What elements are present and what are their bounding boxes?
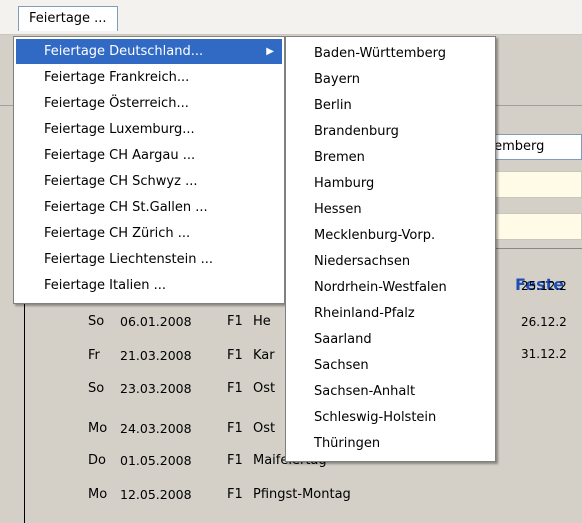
menu-item-ch-schwyz[interactable]: Feiertage CH Schwyz ...	[16, 169, 282, 194]
submenu-item-nordrhein-westfalen[interactable]: Nordrhein-Westfalen	[288, 275, 495, 300]
holiday-day: So	[88, 381, 105, 396]
submenu-item-hessen[interactable]: Hessen	[288, 197, 495, 222]
submenu-item-bayern[interactable]: Bayern	[288, 67, 495, 92]
holiday-day: Mo	[88, 421, 108, 436]
submenu-item-schleswig-holstein[interactable]: Schleswig-Holstein	[288, 405, 495, 430]
input-field[interactable]	[486, 213, 582, 240]
holiday-type: F1	[227, 453, 243, 468]
submenu-item-mecklenburg-vorp[interactable]: Mecklenburg-Vorp.	[288, 223, 495, 248]
menu-item-ch-aargau[interactable]: Feiertage CH Aargau ...	[16, 143, 282, 168]
holiday-date: 01.05.2008	[120, 453, 192, 468]
submenu-item-thueringen[interactable]: Thüringen	[288, 431, 495, 456]
submenu-item-hamburg[interactable]: Hamburg	[288, 171, 495, 196]
state-combo-value: temberg	[489, 139, 545, 154]
bundeslaender-submenu: Baden-Württemberg Bayern Berlin Brandenb…	[285, 36, 496, 462]
holiday-name: He	[253, 314, 271, 329]
menu-item-deutschland[interactable]: Feiertage Deutschland... ▶	[16, 39, 282, 64]
menu-item-luxemburg[interactable]: Feiertage Luxemburg...	[16, 117, 282, 142]
feste-date: 26.12.2	[521, 315, 567, 329]
holiday-name: Pfingst-Montag	[253, 487, 351, 502]
menu-item-ch-zuerich[interactable]: Feiertage CH Zürich ...	[16, 221, 282, 246]
feiertage-menu: Feiertage Deutschland... ▶ Feiertage Fra…	[13, 36, 285, 304]
menu-feiertage[interactable]: Feiertage ...	[18, 6, 118, 31]
holiday-name: Ost	[253, 381, 276, 396]
submenu-item-berlin[interactable]: Berlin	[288, 93, 495, 118]
holiday-type: F1	[227, 487, 243, 502]
holiday-day: Mo	[88, 487, 108, 502]
menu-item-frankreich[interactable]: Feiertage Frankreich...	[16, 65, 282, 90]
holiday-type: F1	[227, 421, 243, 436]
holiday-date: 24.03.2008	[120, 421, 192, 436]
submenu-item-saarland[interactable]: Saarland	[288, 327, 495, 352]
menu-item-oesterreich[interactable]: Feiertage Österreich...	[16, 91, 282, 116]
state-combo[interactable]: temberg	[486, 134, 582, 160]
menu-item-italien[interactable]: Feiertage Italien ...	[16, 273, 282, 298]
holiday-day: Fr	[88, 348, 100, 363]
holiday-date: 21.03.2008	[120, 348, 192, 363]
holiday-name: Kar	[253, 348, 275, 363]
holiday-day: Do	[88, 453, 106, 468]
menu-item-label: Feiertage Deutschland...	[44, 44, 204, 59]
menu-item-liechtenstein[interactable]: Feiertage Liechtenstein ...	[16, 247, 282, 272]
submenu-arrow-icon: ▶	[266, 46, 274, 57]
holiday-row[interactable]: Mo 12.05.2008 F1 Pfingst-Montag	[0, 487, 460, 511]
feste-date: 31.12.2	[521, 347, 567, 361]
menu-bar: Feiertage ...	[0, 0, 582, 35]
holiday-date: 23.03.2008	[120, 381, 192, 396]
submenu-item-sachsen-anhalt[interactable]: Sachsen-Anhalt	[288, 379, 495, 404]
holiday-type: F1	[227, 381, 243, 396]
submenu-item-brandenburg[interactable]: Brandenburg	[288, 119, 495, 144]
holiday-type: F1	[227, 314, 243, 329]
submenu-item-bremen[interactable]: Bremen	[288, 145, 495, 170]
submenu-item-niedersachsen[interactable]: Niedersachsen	[288, 249, 495, 274]
submenu-item-rheinland-pfalz[interactable]: Rheinland-Pfalz	[288, 301, 495, 326]
submenu-item-baden-wuerttemberg[interactable]: Baden-Württemberg	[288, 41, 495, 66]
holiday-type: F1	[227, 348, 243, 363]
holiday-day: So	[88, 314, 105, 329]
holiday-date: 06.01.2008	[120, 314, 192, 329]
feste-date: 25.12.2	[521, 279, 567, 293]
holiday-date: 12.05.2008	[120, 487, 192, 502]
menu-item-ch-st-gallen[interactable]: Feiertage CH St.Gallen ...	[16, 195, 282, 220]
submenu-item-sachsen[interactable]: Sachsen	[288, 353, 495, 378]
holiday-name: Ost	[253, 421, 276, 436]
divider	[486, 248, 582, 249]
input-field[interactable]	[486, 171, 582, 198]
